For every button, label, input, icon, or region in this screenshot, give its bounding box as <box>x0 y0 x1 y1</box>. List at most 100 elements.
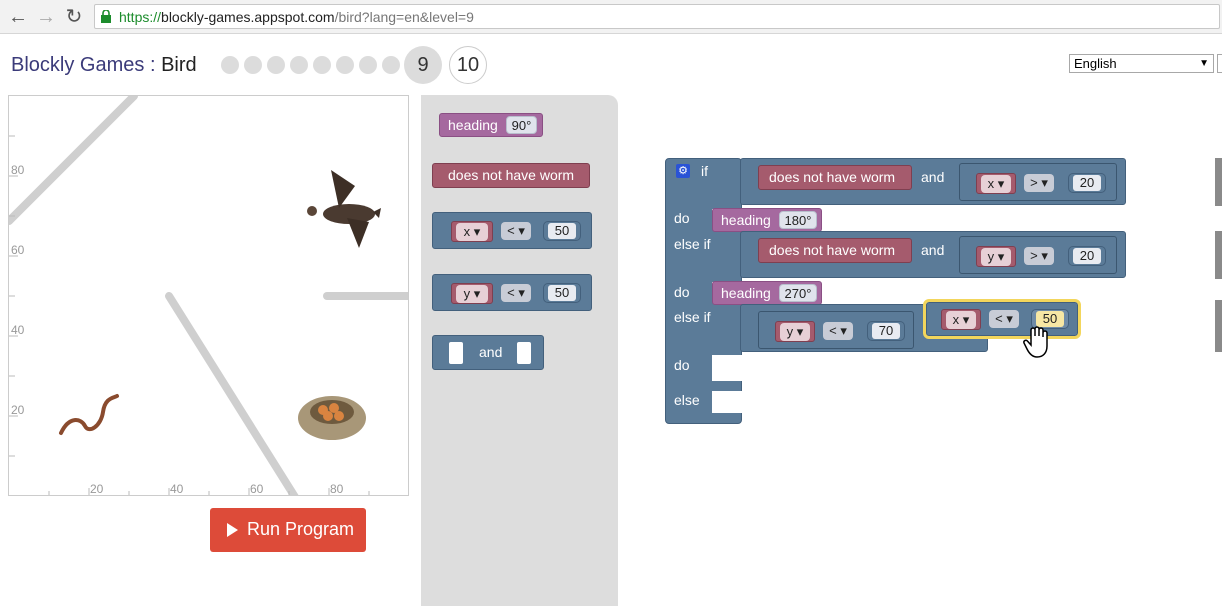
x-var-block-row1[interactable]: x ▾ <box>976 173 1016 194</box>
level-dot-1[interactable] <box>221 56 239 74</box>
gear-icon[interactable]: ⚙ <box>676 164 690 178</box>
level-dot-6[interactable] <box>336 56 354 74</box>
language-select[interactable]: English ▼ <box>1069 54 1214 73</box>
number-value[interactable]: 20 <box>1073 248 1101 264</box>
compare-op-text: < <box>507 223 515 238</box>
heading-label: heading <box>448 117 498 133</box>
compare-op-dropdown[interactable]: < ▾ <box>989 310 1019 328</box>
x-var-dropdown[interactable]: x ▾ <box>456 223 488 241</box>
toolbox-compare-x-block[interactable]: x ▾ < ▾ 50 <box>432 212 592 249</box>
y-var-dropdown[interactable]: y ▾ <box>780 323 810 341</box>
level-dot-2[interactable] <box>244 56 262 74</box>
forward-arrow-icon[interactable]: → <box>34 5 58 29</box>
wall-diagonal-top <box>9 96 138 225</box>
url-text: https://blockly-games.appspot.com/bird?l… <box>119 9 474 25</box>
compare-op-dropdown[interactable]: < ▾ <box>823 322 853 340</box>
x-var-text: x <box>952 312 960 327</box>
level-10-button[interactable]: 10 <box>449 46 487 84</box>
level-9-button[interactable]: 9 <box>404 46 442 84</box>
if-label: if <box>701 163 708 179</box>
compare-block-row3[interactable]: y ▾ < ▾ 70 <box>758 311 914 349</box>
heading-block-row1[interactable]: heading 180° <box>712 208 822 232</box>
level-dot-8[interactable] <box>382 56 400 74</box>
y-var-dropdown[interactable]: y ▾ <box>456 285 488 303</box>
number-value[interactable]: 70 <box>872 323 900 339</box>
and-block-row2[interactable]: does not have worm and y ▾ > ▾ 20 <box>740 231 1126 278</box>
number-value[interactable]: 20 <box>1073 175 1101 191</box>
compare-op-dropdown[interactable]: < ▾ <box>501 284 531 302</box>
edge-thumbnail-3 <box>1215 300 1222 352</box>
do-slot-3 <box>712 355 744 381</box>
brand-link[interactable]: Blockly Games <box>11 54 144 76</box>
y-var-dropdown[interactable]: y ▾ <box>981 248 1011 266</box>
compare-y-number[interactable]: 50 <box>548 285 576 301</box>
nest-sprite <box>298 396 366 440</box>
and-label: and <box>921 169 945 185</box>
compare-op-dropdown[interactable]: > ▾ <box>1024 174 1054 192</box>
else-label: else <box>674 392 700 408</box>
heading-label: heading <box>721 212 771 228</box>
else-if-label-2: else if <box>674 309 711 325</box>
and-block-row1[interactable]: does not have worm and x ▾ > ▾ 20 <box>740 158 1126 205</box>
compare-x-number-block[interactable]: 50 <box>543 221 581 241</box>
compare-x-var-block[interactable]: x ▾ <box>451 221 493 242</box>
compare-y-number-block[interactable]: 50 <box>543 283 581 303</box>
back-arrow-icon[interactable]: ← <box>6 5 30 29</box>
level-dot-3[interactable] <box>267 56 285 74</box>
no-worm-block-row1[interactable]: does not have worm <box>758 165 912 190</box>
level-dot-4[interactable] <box>290 56 308 74</box>
compare-op-text: > <box>1030 248 1038 263</box>
compare-op-dropdown[interactable]: < ▾ <box>501 222 531 240</box>
x-var-dropdown[interactable]: x ▾ <box>981 175 1011 193</box>
compare-x-number[interactable]: 50 <box>548 223 576 239</box>
toolbox-heading-block[interactable]: heading 90° <box>439 113 543 137</box>
lock-icon <box>101 10 111 23</box>
level-dot-5[interactable] <box>313 56 331 74</box>
heading-angle-field[interactable]: 180° <box>779 211 817 229</box>
y-var-block-row3[interactable]: y ▾ <box>775 321 815 342</box>
run-program-button[interactable]: Run Program <box>210 508 366 552</box>
number-block-row1[interactable]: 20 <box>1068 173 1106 193</box>
and-left-input[interactable] <box>449 342 463 364</box>
compare-block-row1[interactable]: x ▾ > ▾ 20 <box>959 163 1117 201</box>
no-worm-block-row2[interactable]: does not have worm <box>758 238 912 263</box>
heading-block-row2[interactable]: heading 270° <box>712 281 822 305</box>
and-label: and <box>921 242 945 258</box>
x-var-text: x <box>463 224 471 239</box>
x-var-block-dragged[interactable]: x ▾ <box>941 309 981 330</box>
dropdown-arrow-icon: ▼ <box>1199 58 1209 69</box>
reload-icon[interactable]: ↻ <box>62 5 86 29</box>
and-right-input[interactable] <box>517 342 531 364</box>
address-bar[interactable]: https://blockly-games.appspot.com/bird?l… <box>94 4 1220 29</box>
level-dot-7[interactable] <box>359 56 377 74</box>
wall-diagonal-bottom <box>165 292 299 495</box>
heading-angle-field[interactable]: 90° <box>506 116 537 134</box>
compare-op-dropdown[interactable]: > ▾ <box>1024 247 1054 265</box>
browser-toolbar: ← → ↻ https://blockly-games.appspot.com/… <box>0 0 1222 34</box>
dragged-compare-block[interactable]: x ▾ < ▾ 50 <box>923 299 1081 339</box>
y-var-text: y <box>463 286 471 301</box>
y-var-text: y <box>987 249 995 264</box>
number-value[interactable]: 50 <box>1036 311 1064 327</box>
y-var-block-row2[interactable]: y ▾ <box>976 246 1016 267</box>
compare-block-row2[interactable]: y ▾ > ▾ 20 <box>959 236 1117 274</box>
game-name: Bird <box>161 54 197 76</box>
x-axis-label-60: 60 <box>250 482 264 496</box>
heading-angle-field[interactable]: 270° <box>779 284 817 302</box>
title-separator: : <box>149 54 156 76</box>
toolbox-compare-y-block[interactable]: y ▾ < ▾ 50 <box>432 274 592 311</box>
x-var-dropdown[interactable]: x ▾ <box>946 311 976 329</box>
do-label-2: do <box>674 284 690 300</box>
page-title: Blockly Games : Bird <box>11 54 197 77</box>
y-axis-label-20: 20 <box>11 403 25 417</box>
compare-y-var-block[interactable]: y ▾ <box>451 283 493 304</box>
number-block-row3[interactable]: 70 <box>867 321 905 341</box>
url-protocol: https:// <box>119 9 162 25</box>
toolbox-no-worm-block[interactable]: does not have worm <box>432 163 590 188</box>
toolbox-and-block[interactable]: and <box>432 335 544 370</box>
edge-control <box>1217 54 1222 73</box>
number-block-row2[interactable]: 20 <box>1068 246 1106 266</box>
x-axis-label-20: 20 <box>90 482 104 496</box>
y-axis-label-60: 60 <box>11 243 25 257</box>
url-host: blockly-games.appspot.com <box>161 9 335 25</box>
